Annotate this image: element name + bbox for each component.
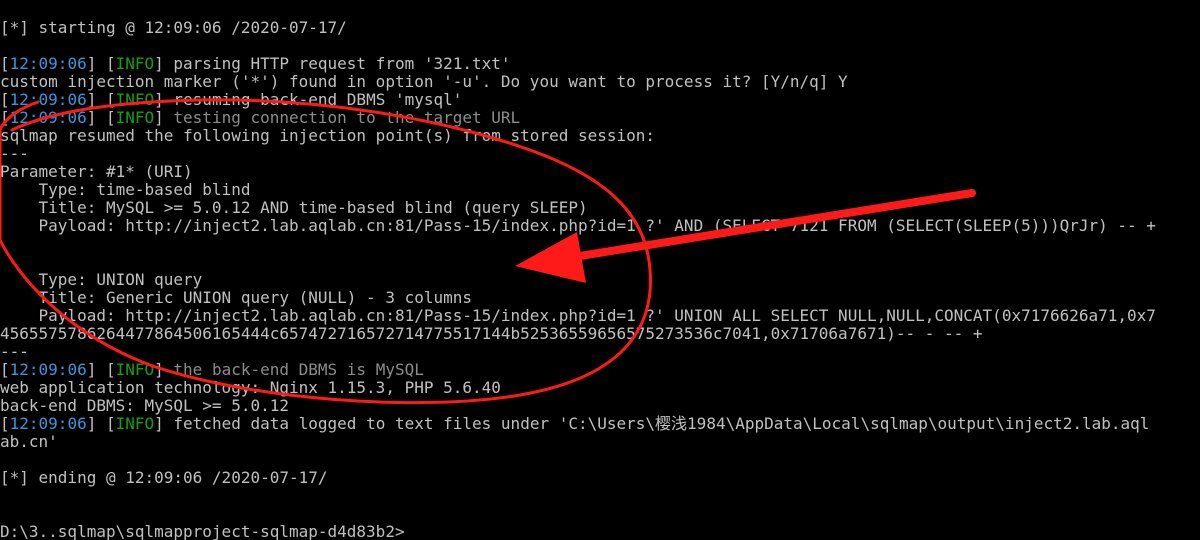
end-line: [*] ending @ 12:09:06 /2020-07-17/ <box>0 468 328 487</box>
log-line-backend: [12:09:06] [INFO] the back-end DBMS is M… <box>0 361 424 379</box>
payload-union: Payload: http://inject2.lab.aqlab.cn:81/… <box>0 306 1156 325</box>
log-message: fetched data logged to text files under … <box>173 414 1150 433</box>
timestamp: 12:09:06 <box>9 414 87 433</box>
bracket: ] [ <box>86 414 116 433</box>
separator: --- <box>0 144 29 163</box>
log-message: parsing HTTP request from '321.txt' <box>173 54 511 73</box>
payload-union-continued: 4565575786264477864506165444c65747271657… <box>0 324 983 343</box>
log-message: testing connection to the target URL <box>173 108 521 127</box>
resumed-line: sqlmap resumed the following injection p… <box>0 126 656 145</box>
bracket: ] [ <box>86 90 116 109</box>
bracket: ] [ <box>86 54 116 73</box>
bracket: ] <box>154 414 174 433</box>
injection-marker-prompt: custom injection marker ('*') found in o… <box>0 72 848 91</box>
title-union: Title: Generic UNION query (NULL) - 3 co… <box>0 288 473 307</box>
command-prompt[interactable]: D:\3..sqlmap\sqlmapproject-sqlmap-d4d83b… <box>0 523 405 540</box>
info-tag: INFO <box>115 414 155 433</box>
parameter-line: Parameter: #1* (URI) <box>0 162 193 181</box>
bracket: ] [ <box>86 360 116 379</box>
timestamp: 12:09:06 <box>9 90 87 109</box>
info-tag: INFO <box>115 90 155 109</box>
log-message: resuming back-end DBMS 'mysql' <box>173 90 463 109</box>
payload-time-based: Payload: http://inject2.lab.aqlab.cn:81/… <box>0 216 1156 235</box>
log-message: the back-end DBMS is MySQL <box>173 360 424 379</box>
title-time-based: Title: MySQL >= 5.0.12 AND time-based bl… <box>0 198 588 217</box>
bracket: [ <box>0 90 10 109</box>
type-time-based: Type: time-based blind <box>0 180 251 199</box>
dbms-line: back-end DBMS: MySQL >= 5.0.12 <box>0 396 289 415</box>
timestamp: 12:09:06 <box>9 54 87 73</box>
bracket: ] <box>154 54 174 73</box>
bracket: [ <box>0 54 10 73</box>
bracket: [ <box>0 414 10 433</box>
bracket: ] <box>154 360 174 379</box>
terminal-window[interactable]: [*] starting @ 12:09:06 /2020-07-17/ [12… <box>0 0 1200 540</box>
info-tag: INFO <box>115 360 155 379</box>
log-line-testing: [12:09:06] [INFO] testing connection to … <box>0 109 520 127</box>
start-line: [*] starting @ 12:09:06 /2020-07-17/ <box>0 18 347 37</box>
log-line-fetched: [12:09:06] [INFO] fetched data logged to… <box>0 415 1149 433</box>
log-line-parsing: [12:09:06] [INFO] parsing HTTP request f… <box>0 55 511 73</box>
bracket: ] <box>154 108 174 127</box>
annotation-arrowhead <box>515 232 586 283</box>
bracket: ] <box>154 90 174 109</box>
log-line-fetched-continued: ab.cn' <box>0 432 58 451</box>
bracket: [ <box>0 360 10 379</box>
web-tech-line: web application technology: Nginx 1.15.3… <box>0 378 501 397</box>
bracket: [ <box>0 108 10 127</box>
timestamp: 12:09:06 <box>9 360 87 379</box>
info-tag: INFO <box>115 108 155 127</box>
annotation-loop <box>0 98 652 405</box>
timestamp: 12:09:06 <box>9 108 87 127</box>
type-union: Type: UNION query <box>0 270 203 289</box>
bracket: ] [ <box>86 108 116 127</box>
log-line-resuming: [12:09:06] [INFO] resuming back-end DBMS… <box>0 91 462 109</box>
info-tag: INFO <box>115 54 155 73</box>
separator: --- <box>0 342 29 361</box>
